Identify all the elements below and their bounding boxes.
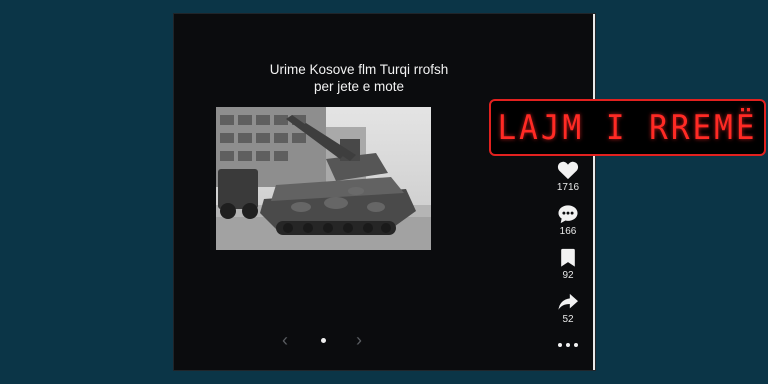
bookmark-icon	[561, 248, 575, 267]
caption-line-1: Urime Kosove flm Turqi rrofsh	[269, 62, 449, 77]
share-icon	[558, 293, 578, 310]
more-icon[interactable]	[555, 341, 581, 349]
like-button[interactable]: 1716	[548, 160, 588, 194]
more-dot	[558, 343, 562, 347]
save-button[interactable]: 92	[548, 248, 588, 282]
fake-news-badge: LAJM I RREMË	[489, 99, 766, 156]
save-count: 92	[562, 270, 574, 281]
photo-illustration	[216, 107, 431, 250]
more-dot	[566, 343, 570, 347]
like-count: 1716	[556, 182, 580, 193]
caption-line-2: per jete e mote	[313, 79, 405, 94]
chevron-right-icon[interactable]: ›	[356, 330, 362, 350]
heart-icon	[557, 161, 579, 180]
carousel-controls: ‹ ›	[174, 330, 474, 350]
armored-vehicle-photo	[216, 107, 431, 250]
more-dot	[574, 343, 578, 347]
comment-icon	[558, 205, 578, 224]
fake-news-label: LAJM I RREMË	[497, 108, 758, 147]
tiktok-post: Urime Kosove flm Turqi rrofsh per jete e…	[174, 14, 595, 370]
comment-count: 166	[559, 226, 577, 237]
chevron-left-icon[interactable]: ‹	[282, 330, 288, 350]
share-count: 52	[562, 314, 574, 325]
share-button[interactable]: 52	[548, 292, 588, 326]
post-caption: Urime Kosove flm Turqi rrofsh per jete e…	[204, 61, 514, 95]
comment-button[interactable]: 166	[548, 204, 588, 238]
carousel-dot-active[interactable]	[321, 338, 326, 343]
post-edge	[593, 14, 595, 370]
